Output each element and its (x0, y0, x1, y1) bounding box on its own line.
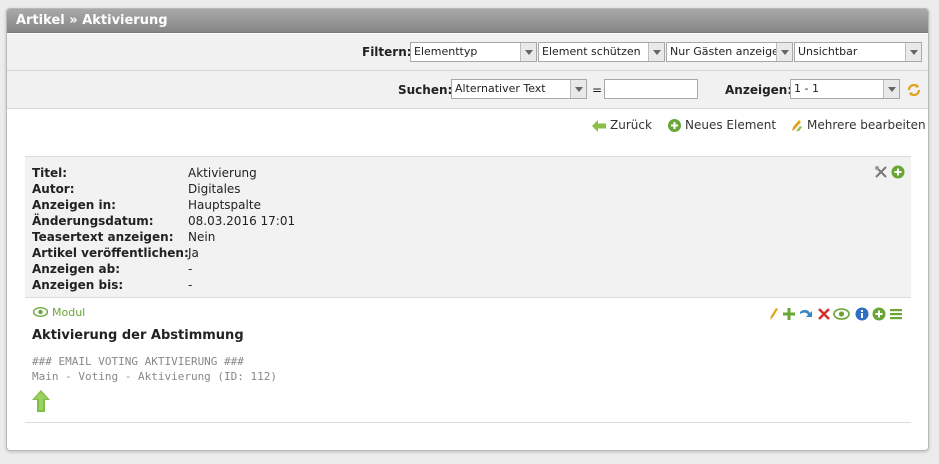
move-arrow-icon[interactable] (799, 307, 813, 321)
action-links: Zurück Neues Element Mehrere bearbeiten (588, 118, 926, 134)
detail-key: Anzeigen ab: (32, 262, 121, 276)
detail-value: Digitales (188, 182, 241, 196)
filter-hidden-value: Unsichtbar (798, 45, 858, 58)
show-range-value: 1 - 1 (794, 82, 819, 95)
add-circle-icon[interactable] (891, 165, 905, 179)
filter-label: Filtern: (362, 45, 412, 59)
detail-value: Aktivierung (188, 166, 257, 180)
detail-value: Hauptspalte (188, 198, 261, 212)
detail-key: Artikel veröffentlichen: (32, 246, 189, 260)
info-icon[interactable] (855, 307, 869, 321)
filter-bar: Filtern: Elementtyp Element schützen Nur… (7, 34, 928, 71)
detail-key: Autor: (32, 182, 75, 196)
arrow-up-icon[interactable] (32, 390, 50, 412)
add-circle-icon[interactable] (872, 307, 886, 321)
add-circle-icon (668, 119, 681, 132)
chevron-down-icon (570, 80, 586, 98)
chevron-down-icon (776, 43, 792, 61)
delete-x-icon[interactable] (817, 307, 831, 321)
detail-value: - (188, 278, 193, 292)
breadcrumb-current: Aktivierung (82, 13, 168, 28)
add-plus-icon[interactable] (782, 307, 796, 321)
breadcrumb-separator: » (69, 13, 78, 28)
filter-protect-value: Element schützen (542, 45, 641, 58)
back-label: Zurück (610, 118, 652, 132)
filter-guests-select[interactable]: Nur Gästen anzeigen (666, 42, 793, 62)
equals-sign: = (592, 83, 603, 97)
detail-key: Anzeigen bis: (32, 278, 124, 292)
detail-key: Anzeigen in: (32, 198, 116, 212)
show-label: Anzeigen: (725, 83, 793, 97)
search-label: Suchen: (398, 83, 453, 97)
detail-value: 08.03.2016 17:01 (188, 214, 296, 228)
module-title: Aktivierung der Abstimmung (32, 328, 244, 343)
eye-icon (32, 306, 49, 318)
detail-value: Nein (188, 230, 216, 244)
chevron-down-icon (883, 80, 899, 98)
module-tag-label: Modul (52, 306, 86, 319)
breadcrumb-parent[interactable]: Artikel (16, 13, 65, 28)
search-field-select[interactable]: Alternativer Text (451, 79, 587, 99)
module-element: Modul Aktivierung der Abstimmung ### EMA… (25, 298, 911, 423)
edit-multiple-link[interactable]: Mehrere bearbeiten (790, 118, 926, 132)
show-range-select[interactable]: 1 - 1 (790, 79, 900, 99)
filter-hidden-select[interactable]: Unsichtbar (794, 42, 922, 62)
back-link[interactable]: Zurück (592, 118, 652, 132)
settings-tools-icon[interactable] (874, 165, 888, 179)
new-element-label: Neues Element (685, 118, 777, 132)
search-field-value: Alternativer Text (455, 82, 546, 95)
article-details: Titel: Aktivierung Autor: Digitales Anzeigen… (25, 156, 911, 298)
breadcrumb: Artikel » Aktivierung (7, 9, 928, 33)
arrow-left-icon (592, 120, 606, 132)
edit-multiple-label: Mehrere bearbeiten (807, 118, 926, 132)
filter-protect-select[interactable]: Element schützen (538, 42, 665, 62)
pencils-icon (792, 120, 802, 131)
edit-pencil-icon[interactable] (766, 307, 780, 321)
chevron-down-icon (648, 43, 664, 61)
chevron-down-icon (520, 43, 536, 61)
search-bar: Suchen: Alternativer Text = Anzeigen: 1 … (7, 71, 928, 109)
article-panel: Artikel » Aktivierung Filtern: Elementty… (6, 8, 929, 451)
drag-handle-icon[interactable] (889, 307, 903, 321)
module-text-line-2: Main - Voting - Aktivierung (ID: 112) (32, 370, 278, 383)
new-element-link[interactable]: Neues Element (668, 118, 776, 132)
detail-value: Ja (188, 246, 199, 260)
detail-key: Titel: (32, 166, 68, 180)
module-text-line-1: ### EMAIL VOTING AKTIVIERUNG ### (32, 355, 244, 368)
filter-element-type-select[interactable]: Elementtyp (410, 42, 537, 62)
detail-key: Änderungsdatum: (32, 214, 154, 228)
chevron-down-icon (905, 43, 921, 61)
filter-element-type-value: Elementtyp (414, 45, 478, 58)
visibility-eye-icon[interactable] (833, 307, 850, 321)
module-tag: Modul (32, 306, 86, 319)
filter-guests-value: Nur Gästen anzeigen (670, 45, 786, 58)
search-input[interactable] (604, 79, 698, 99)
detail-value: - (188, 262, 193, 276)
refresh-icon[interactable] (906, 82, 922, 98)
detail-key: Teasertext anzeigen: (32, 230, 174, 244)
